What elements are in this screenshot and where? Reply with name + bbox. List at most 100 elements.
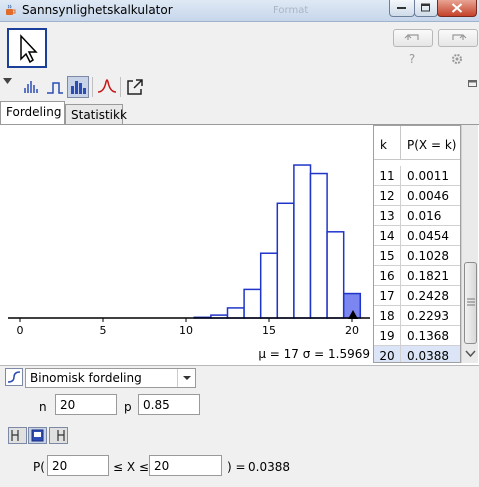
step-chart-button[interactable] xyxy=(44,76,66,98)
panel-menu-icon[interactable] xyxy=(468,80,478,88)
probability-table: k P(X = k) 11 0.0011 12 0.0046 13 0.016 14 0.04… xyxy=(373,125,461,363)
table-row[interactable]: 13 0.016 xyxy=(374,206,460,226)
table-row[interactable]: 12 0.0046 xyxy=(374,186,460,206)
chart-summary: μ = 17 σ = 1.5969 xyxy=(258,347,370,361)
table-cell-probability: 0.2428 xyxy=(407,289,449,303)
export-arrow-icon xyxy=(127,79,143,95)
table-cell-k: 13 xyxy=(374,206,401,226)
chevron-down-icon xyxy=(183,376,191,380)
table-row[interactable]: 15 0.1028 xyxy=(374,246,460,266)
undo-arrow-icon xyxy=(404,34,419,40)
table-row[interactable]: 18 0.2293 xyxy=(374,306,460,326)
arrow-pointer-icon xyxy=(20,34,38,64)
minimize-button[interactable] xyxy=(389,0,415,17)
gear-icon[interactable] xyxy=(450,52,464,66)
table-scrollbar[interactable] xyxy=(461,125,478,363)
distribution-select-value: Binomisk fordeling xyxy=(30,371,142,385)
export-button[interactable] xyxy=(124,76,146,98)
table-cell-k: 20 xyxy=(374,346,401,362)
distribution-chart[interactable]: 0 5 10 15 20 μ = 17 σ = 1.5969 xyxy=(0,125,372,366)
close-icon xyxy=(451,3,463,13)
tab-statistikk[interactable]: Statistikk xyxy=(65,104,127,126)
maximize-button[interactable] xyxy=(414,0,438,17)
right-sided-button[interactable] xyxy=(49,427,68,444)
table-row[interactable]: 17 0.2428 xyxy=(374,286,460,306)
table-row[interactable]: 11 0.0011 xyxy=(374,166,460,186)
lower-bound-field[interactable]: 20 xyxy=(47,455,109,476)
interval-icon xyxy=(31,429,44,442)
table-cell-probability: 0.1821 xyxy=(407,269,449,283)
table-row[interactable]: 19 0.1368 xyxy=(374,326,460,346)
tab-fordeling[interactable]: Fordeling xyxy=(0,101,65,126)
result-label: ) = xyxy=(227,460,246,474)
scroll-down-icon[interactable] xyxy=(464,347,477,360)
table-cell-probability: 0.0011 xyxy=(407,169,449,183)
interval-button[interactable] xyxy=(28,427,47,444)
table-cell-probability: 0.2293 xyxy=(407,309,449,323)
histogram-icon xyxy=(71,81,86,94)
table-cell-k: 14 xyxy=(374,226,401,246)
grip-icon xyxy=(467,298,475,306)
help-icon[interactable]: ? xyxy=(405,52,419,66)
triangle-down-icon[interactable] xyxy=(3,78,13,86)
close-button[interactable] xyxy=(437,0,477,17)
n-label: n xyxy=(39,400,47,414)
table-cell-k: 11 xyxy=(374,166,401,186)
maximize-icon xyxy=(421,3,430,12)
x-tick-label: 20 xyxy=(345,324,359,337)
between-symbol: ≤ X ≤ xyxy=(113,460,149,474)
scroll-thumb[interactable] xyxy=(464,262,477,344)
title-bar: Sannsynlighetskalkulator Format xyxy=(0,0,479,22)
p-field[interactable]: 0.85 xyxy=(138,394,200,415)
histogram-bar xyxy=(293,164,312,319)
point-chart-icon xyxy=(24,81,38,93)
redo-button[interactable] xyxy=(438,29,478,47)
minimize-icon xyxy=(397,7,406,9)
move-mode-button[interactable] xyxy=(7,28,47,68)
window-title: Sannsynlighetskalkulator xyxy=(22,3,173,17)
toolbar-divider xyxy=(92,77,93,97)
table-row[interactable]: 14 0.0454 xyxy=(374,226,460,246)
right-bracket-icon xyxy=(57,430,65,441)
tab-bar: Fordeling Statistikk xyxy=(0,101,479,126)
upper-bound-field[interactable]: 20 xyxy=(149,455,222,476)
table-cell-k: 16 xyxy=(374,266,401,286)
table-cell-k: 15 xyxy=(374,246,401,266)
table-cell-probability: 0.0046 xyxy=(407,189,449,203)
n-field[interactable]: 20 xyxy=(55,394,117,415)
parameter-panel: Binomisk fordeling n 20 p 0.85 P( 20 ≤ X… xyxy=(0,367,479,487)
histogram-bar xyxy=(309,172,328,319)
histogram-bar xyxy=(259,252,279,319)
table-row[interactable]: 16 0.1821 xyxy=(374,266,460,286)
left-sided-button[interactable] xyxy=(8,427,27,444)
table-cell-probability: 0.1028 xyxy=(407,249,449,263)
undo-button[interactable] xyxy=(393,29,433,47)
ghost-label: Format xyxy=(273,5,309,16)
table-cell-k: 17 xyxy=(374,286,401,306)
cumulative-toggle-button[interactable] xyxy=(5,368,23,386)
toolbar-divider xyxy=(120,77,121,97)
column-header-k: k xyxy=(374,126,401,160)
point-chart-button[interactable] xyxy=(20,76,42,98)
x-tick-label: 0 xyxy=(17,324,24,337)
table-row[interactable]: 20 0.0388 xyxy=(374,346,460,363)
dropdown-arrow[interactable] xyxy=(177,369,195,387)
probability-prefix: P( xyxy=(33,460,45,474)
table-cell-k: 19 xyxy=(374,326,401,346)
table-cell-probability: 0.016 xyxy=(407,209,442,223)
table-cell-k: 18 xyxy=(374,306,401,326)
step-chart-icon xyxy=(47,82,63,94)
histogram-bar xyxy=(226,307,245,319)
redo-arrow-icon xyxy=(452,34,467,40)
column-header-probability: P(X = k) xyxy=(401,126,460,160)
normal-curve-icon xyxy=(97,79,117,93)
histogram-button[interactable] xyxy=(67,76,89,98)
histogram-bar xyxy=(326,231,345,319)
table-cell-probability: 0.1368 xyxy=(407,329,449,343)
x-tick-label: 5 xyxy=(100,324,107,337)
normal-overlay-button[interactable] xyxy=(96,76,118,98)
java-cup-icon xyxy=(6,4,16,15)
x-tick-label: 10 xyxy=(179,324,193,337)
distribution-select[interactable]: Binomisk fordeling xyxy=(25,368,196,388)
table-cell-probability: 0.0388 xyxy=(407,349,449,363)
